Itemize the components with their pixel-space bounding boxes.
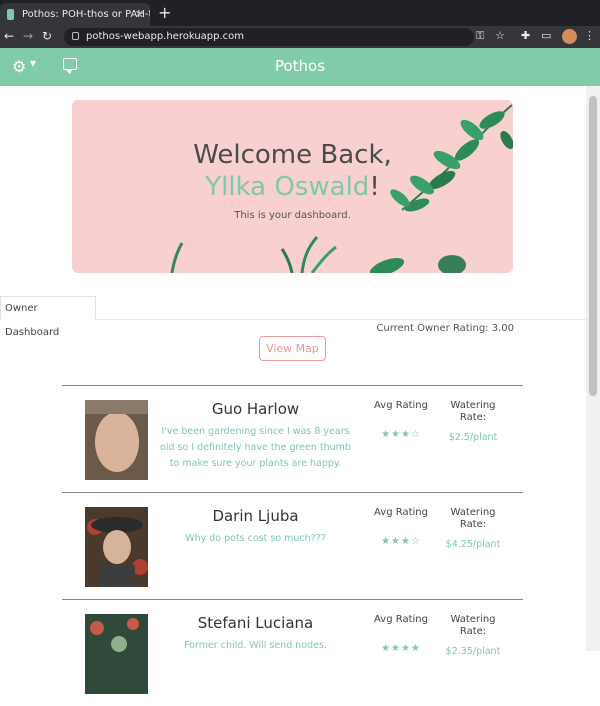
- avatar: [85, 614, 148, 694]
- profile-avatar-icon[interactable]: [562, 29, 577, 44]
- owner-bio: I've been gardening since I was 8 years …: [160, 426, 351, 469]
- browser-tab[interactable]: Pothos: POH-thos or PAH-thos ✕: [0, 3, 150, 26]
- key-icon[interactable]: ⚿: [476, 29, 484, 43]
- back-icon[interactable]: ←: [4, 29, 14, 43]
- reload-icon[interactable]: ↻: [42, 29, 52, 43]
- new-tab-icon[interactable]: +: [158, 3, 171, 23]
- list-item[interactable]: Stefani Luciana Former child. Will send …: [62, 599, 523, 706]
- address-bar-row: ← → ↻ pothos-webapp.herokuapp.com ⚿ ☆ ✚ …: [0, 26, 600, 48]
- owner-list: Guo Harlow I've been gardening since I w…: [62, 385, 523, 706]
- rating-stars: ★★★★: [381, 643, 421, 654]
- user-name-heading: Yllka Oswald!: [72, 172, 513, 202]
- owner-bio: Former child. Will send nodes.: [184, 640, 327, 651]
- tab-title: Pothos: POH-thos or PAH-thos: [22, 9, 150, 20]
- cast-icon[interactable]: ▭: [541, 29, 551, 42]
- owner-name: Stefani Luciana: [197, 614, 314, 632]
- watering-rate-label: Watering Rate:: [450, 507, 496, 530]
- exclamation: !: [369, 172, 380, 202]
- tab-divider: [96, 319, 586, 320]
- extensions-icon[interactable]: ✚: [521, 29, 530, 42]
- watering-price: $2.5/plant: [448, 432, 498, 443]
- list-item[interactable]: Guo Harlow I've been gardening since I w…: [62, 385, 523, 492]
- owner-name: Darin Ljuba: [212, 507, 299, 525]
- star-icon[interactable]: ☆: [495, 29, 505, 42]
- close-tab-icon[interactable]: ✕: [135, 3, 144, 26]
- rating-stars: ★★★☆: [381, 536, 421, 547]
- forward-icon[interactable]: →: [23, 29, 33, 43]
- lock-icon: [72, 32, 79, 40]
- list-item[interactable]: Darin Ljuba Why do pots cost so much??? …: [62, 492, 523, 599]
- page-scrollbar[interactable]: [586, 86, 600, 651]
- welcome-heading: Welcome Back,: [193, 140, 392, 170]
- leaf-bottom-icon: [170, 236, 466, 273]
- owner-rating: Current Owner Rating: 3.00: [376, 323, 514, 334]
- tab-owner-dashboard[interactable]: Owner Dashboard: [0, 296, 96, 338]
- menu-dots-icon[interactable]: ⋮: [584, 29, 595, 42]
- dashboard-subtitle: This is your dashboard.: [234, 210, 351, 221]
- url-field[interactable]: pothos-webapp.herokuapp.com: [64, 28, 474, 46]
- avatar: [85, 507, 148, 587]
- watering-price: $2.35/plant: [445, 646, 501, 657]
- owner-bio: Why do pots cost so much???: [185, 533, 326, 544]
- app-header: ⚙ ▼ Pothos: [0, 48, 600, 86]
- user-name: Yllka Oswald: [205, 172, 370, 202]
- watering-rate-label: Watering Rate:: [450, 400, 496, 423]
- watering-rate-label: Watering Rate:: [450, 614, 496, 637]
- avg-rating-label: Avg Rating: [374, 614, 428, 625]
- url-text: pothos-webapp.herokuapp.com: [86, 31, 245, 42]
- avg-rating-label: Avg Rating: [374, 400, 428, 411]
- scrollbar-thumb[interactable]: [589, 96, 597, 396]
- owner-name: Guo Harlow: [211, 400, 300, 418]
- rating-stars: ★★★☆: [381, 429, 421, 440]
- avatar: [85, 400, 148, 480]
- avg-rating-label: Avg Rating: [374, 507, 428, 518]
- app-title: Pothos: [274, 57, 326, 75]
- browser-tabbar: Pothos: POH-thos or PAH-thos ✕ +: [0, 0, 600, 26]
- favicon-icon: [7, 9, 14, 20]
- view-map-button[interactable]: View Map: [259, 336, 326, 361]
- welcome-banner: Welcome Back, Yllka Oswald! This is your…: [72, 100, 513, 273]
- watering-price: $4.25/plant: [445, 539, 501, 550]
